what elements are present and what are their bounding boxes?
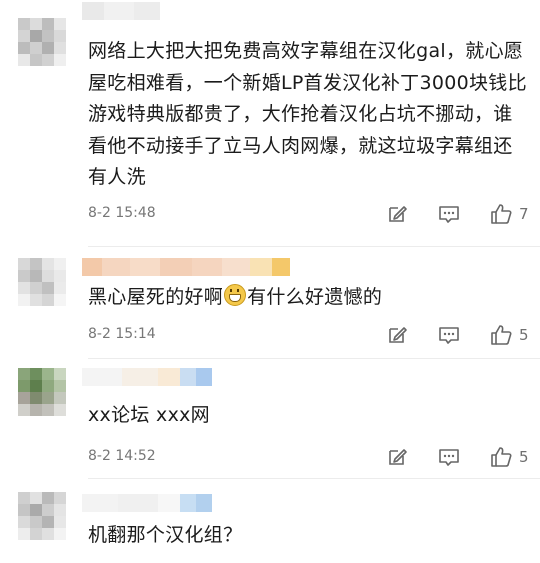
comment-item: 机翻那个汉化组？ bbox=[0, 482, 540, 563]
divider bbox=[88, 246, 540, 247]
comment-meta: 8-2 14:52 5 bbox=[88, 442, 529, 472]
comment-meta: 8-2 15:48 7 bbox=[88, 199, 529, 229]
comment-time: 8-2 15:48 bbox=[88, 205, 156, 221]
avatar[interactable] bbox=[18, 258, 66, 306]
thumbs-up-icon[interactable] bbox=[488, 444, 514, 470]
comment-bubble-icon[interactable] bbox=[436, 444, 462, 470]
comment-text: 机翻那个汉化组？ bbox=[88, 524, 243, 546]
grinning-face-emoji bbox=[224, 284, 247, 306]
like-count: 5 bbox=[519, 326, 529, 344]
edit-reply-icon[interactable] bbox=[384, 322, 410, 348]
avatar[interactable] bbox=[18, 18, 66, 66]
thumbs-up-icon[interactable] bbox=[488, 201, 514, 227]
like-count: 7 bbox=[519, 205, 529, 223]
username-blurred[interactable] bbox=[82, 368, 212, 386]
comment-item: 网络上大把大把免费高效字幕组在汉化gal，就心愿屋吃相难看，一个新婚LP首发汉化… bbox=[0, 0, 540, 240]
comment-text: xx论坛 xxx网 bbox=[88, 404, 210, 426]
comment-bubble-icon[interactable] bbox=[436, 322, 462, 348]
like-count: 5 bbox=[519, 448, 529, 466]
username-blurred[interactable] bbox=[82, 494, 212, 512]
username-blurred[interactable] bbox=[82, 258, 290, 276]
comment-item: xx论坛 xxx网 8-2 14:52 5 bbox=[0, 362, 540, 477]
divider bbox=[88, 478, 540, 479]
comment-text: 网络上大把大把免费高效字幕组在汉化gal，就心愿屋吃相难看，一个新婚LP首发汉化… bbox=[88, 40, 527, 188]
comment-item: 黑心屋死的好啊 有什么好遗憾的 8-2 15:14 5 bbox=[0, 250, 540, 360]
comment-time: 8-2 14:52 bbox=[88, 448, 156, 464]
comment-bubble-icon[interactable] bbox=[436, 201, 462, 227]
edit-reply-icon[interactable] bbox=[384, 201, 410, 227]
thumbs-up-icon[interactable] bbox=[488, 322, 514, 348]
divider bbox=[88, 358, 540, 359]
comment-text: 黑心屋死的好啊 有什么好遗憾的 bbox=[88, 282, 528, 314]
comment-meta: 8-2 15:14 5 bbox=[88, 320, 529, 350]
avatar[interactable] bbox=[18, 492, 66, 540]
avatar[interactable] bbox=[18, 368, 66, 416]
username-blurred[interactable] bbox=[82, 2, 160, 20]
comment-text-part: 黑心屋死的好啊 bbox=[88, 286, 224, 308]
comment-text-part: 有什么好遗憾的 bbox=[247, 286, 383, 308]
edit-reply-icon[interactable] bbox=[384, 444, 410, 470]
comment-time: 8-2 15:14 bbox=[88, 326, 156, 342]
